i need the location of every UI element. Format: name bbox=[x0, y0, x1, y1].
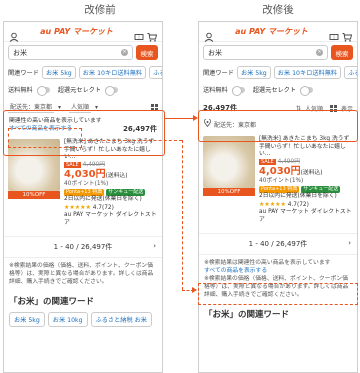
ship-date: 2日以内に発送(休業日を除く) bbox=[259, 193, 337, 199]
sale-badge: SALE bbox=[259, 158, 276, 165]
keywords-label: 関連ワード bbox=[8, 70, 39, 77]
keyword-chip[interactable]: ふるさと納 bbox=[149, 66, 162, 79]
search-bar: お米 × 検索 bbox=[4, 42, 162, 63]
super-select-toggle[interactable] bbox=[300, 85, 314, 96]
discount-badge: 10%OFF bbox=[8, 191, 60, 199]
related-title: 「お米」の関連ワード bbox=[9, 297, 95, 307]
show-all-link[interactable]: すべての商品を表示する bbox=[204, 267, 352, 275]
related-chip[interactable]: ふるさと納税 お米 bbox=[90, 312, 152, 327]
dashed-notice-box bbox=[198, 283, 358, 305]
keyword-chip[interactable]: お米 5kg bbox=[41, 66, 76, 79]
free-shipping-toggle[interactable] bbox=[231, 85, 245, 96]
coupon-icon[interactable] bbox=[134, 27, 144, 40]
pager: 1 - 40 / 26,497件 › bbox=[199, 233, 357, 255]
product-price: 4,030円 bbox=[64, 169, 106, 180]
free-shipping-label: 送料無料 bbox=[203, 87, 228, 94]
shop-name[interactable]: au PAY マーケット ダイレクトストア bbox=[259, 209, 353, 224]
brand-logo[interactable]: au PAY マーケット bbox=[19, 26, 134, 37]
ponta-tag: Ponta+13 特典 bbox=[64, 188, 105, 196]
super-select-label: 超選元セレクト bbox=[57, 87, 102, 94]
before-phone: au PAY マーケット お米 × 検索 関連ワード お米 5kg お米 10キ… bbox=[3, 21, 163, 373]
keyword-chip[interactable]: お米 5kg bbox=[236, 66, 271, 79]
pager-text: 1 - 40 / 26,497件 bbox=[248, 240, 308, 248]
after-phone: au PAY マーケット お米 × 検索 関連ワード お米 5kg お米 10キ… bbox=[198, 21, 358, 373]
header: au PAY マーケット bbox=[199, 22, 357, 42]
keyword-chip[interactable]: お米 10キロ送料無料 bbox=[273, 66, 342, 79]
keyword-chip[interactable]: お米 10キロ送料無料 bbox=[78, 66, 147, 79]
dashed-connector bbox=[82, 140, 182, 141]
relevance-note: ※検索結果は関連性の高い商品を表示しています bbox=[204, 260, 331, 266]
keywords-label: 関連ワード bbox=[203, 70, 234, 77]
free-shipping-toggle[interactable] bbox=[36, 85, 50, 96]
original-price: 4,490円 bbox=[277, 158, 301, 165]
related-chip[interactable]: お米 10kg bbox=[47, 312, 88, 327]
shop-name[interactable]: au PAY マーケット ダイレクトストア bbox=[64, 212, 158, 227]
points-text: 40ポイント(1%) bbox=[259, 178, 304, 184]
sale-badge: SALE bbox=[64, 161, 81, 168]
rating-stars: ★★★★★ bbox=[64, 203, 91, 211]
delivery-tag: サンキュー配送 bbox=[106, 188, 146, 196]
coupon-icon[interactable] bbox=[329, 27, 339, 40]
search-input[interactable]: お米 × bbox=[8, 45, 133, 60]
dashed-notice-box bbox=[8, 128, 82, 148]
shipping-note: (送料込) bbox=[300, 170, 323, 176]
rating-stars: ★★★★★ bbox=[259, 200, 286, 208]
search-query: お米 bbox=[13, 48, 27, 57]
free-shipping-label: 送料無料 bbox=[8, 87, 33, 94]
search-bar: お米 × 検索 bbox=[199, 42, 357, 63]
super-select-toggle[interactable] bbox=[105, 85, 119, 96]
cart-icon[interactable] bbox=[342, 27, 353, 42]
original-price: 4,490円 bbox=[82, 161, 106, 168]
search-input[interactable]: お米 × bbox=[203, 45, 328, 60]
clear-icon[interactable]: × bbox=[121, 49, 128, 56]
chevron-right-icon[interactable]: › bbox=[348, 239, 351, 247]
pager: 1 - 40 / 26,497件 › bbox=[4, 236, 162, 258]
highlight-box bbox=[198, 110, 358, 142]
review-count: (72) bbox=[101, 204, 114, 211]
clear-icon[interactable]: × bbox=[316, 49, 323, 56]
chevron-right-icon[interactable]: › bbox=[153, 242, 156, 250]
product-card[interactable]: 10%OFF [無洗米] あきたこまち 3kg 洗うず手間いらず！忙しいあなたに… bbox=[199, 133, 357, 227]
related-title: 「お米」の関連ワード bbox=[204, 310, 290, 320]
related-chip[interactable]: お米 5kg bbox=[9, 312, 45, 327]
related-keywords-bar: 関連ワード お米 5kg お米 10キロ送料無料 ふるさと納 bbox=[4, 63, 162, 82]
account-icon[interactable] bbox=[9, 27, 19, 42]
brand-logo[interactable]: au PAY マーケット bbox=[214, 26, 329, 37]
price-note: ※検索結果の価格（価格、送料、ポイント、クーポン価格等）は、実際と異なる場合があ… bbox=[9, 263, 154, 285]
product-image[interactable]: 10%OFF bbox=[203, 136, 255, 196]
search-button[interactable]: 検索 bbox=[331, 45, 353, 60]
discount-badge: 10%OFF bbox=[203, 188, 255, 196]
header: au PAY マーケット bbox=[4, 22, 162, 42]
after-title: 改修後 bbox=[262, 4, 294, 16]
ship-date: 2日以内に発送(休業日を除く) bbox=[64, 196, 142, 202]
rating-value: 4.7 bbox=[92, 204, 102, 211]
review-count: (72) bbox=[296, 201, 309, 208]
shipping-note: (送料込) bbox=[105, 173, 128, 179]
ponta-tag: Ponta+13 特典 bbox=[259, 185, 300, 193]
before-title: 改修前 bbox=[84, 4, 116, 16]
connector-line bbox=[165, 118, 195, 119]
search-button[interactable]: 検索 bbox=[136, 45, 158, 60]
keyword-chip[interactable]: ふるさと納 bbox=[344, 66, 357, 79]
related-chips: お米 5kg お米 10kg ふるさと納税 お米 bbox=[4, 310, 162, 329]
toggle-row: 送料無料 超選元セレクト bbox=[199, 82, 357, 97]
search-query: お米 bbox=[208, 48, 222, 57]
related-keywords-bar: 関連ワード お米 5kg お米 10キロ送料無料 ふるさと納 bbox=[199, 63, 357, 82]
pager-text: 1 - 40 / 26,497件 bbox=[53, 243, 113, 251]
product-price: 4,030円 bbox=[259, 166, 301, 177]
delivery-tag: サンキュー配送 bbox=[301, 185, 341, 193]
cart-icon[interactable] bbox=[147, 27, 158, 42]
account-icon[interactable] bbox=[204, 27, 214, 42]
toggle-row: 送料無料 超選元セレクト bbox=[4, 82, 162, 97]
arrow-icon bbox=[192, 287, 197, 293]
points-text: 40ポイント(1%) bbox=[64, 181, 109, 187]
rating-value: 4.7 bbox=[287, 201, 297, 208]
super-select-label: 超選元セレクト bbox=[252, 87, 297, 94]
dashed-connector bbox=[182, 140, 183, 290]
